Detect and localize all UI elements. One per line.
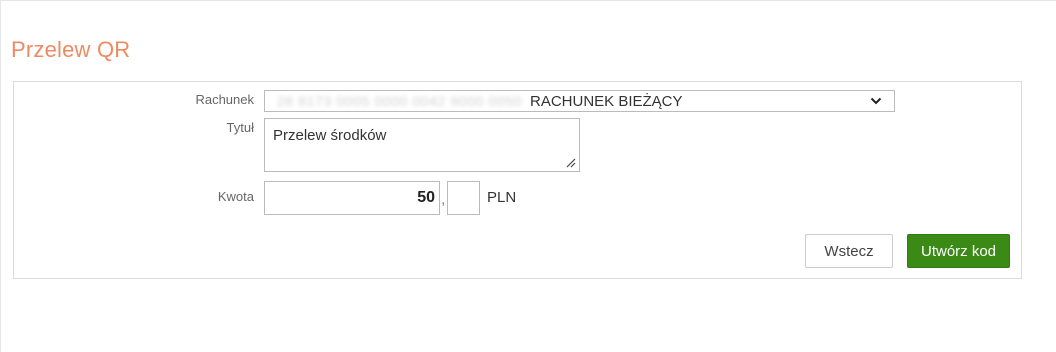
title-textarea[interactable]: Przelew środków xyxy=(264,118,580,172)
qr-transfer-form: Rachunek 26 8173 0005 0000 0042 9000 005… xyxy=(13,81,1022,279)
resize-handle-icon[interactable] xyxy=(566,158,576,168)
amount-cents-input[interactable] xyxy=(447,181,480,215)
amount-label: Kwota xyxy=(217,189,254,204)
account-name: RACHUNEK BIEŻĄCY xyxy=(529,92,683,110)
amount-whole-input[interactable]: 50 xyxy=(264,181,440,215)
page: Przelew QR Rachunek 26 8173 0005 0000 00… xyxy=(0,0,1056,352)
create-code-button[interactable]: Utwórz kod xyxy=(907,234,1010,268)
title-label: Tytuł xyxy=(226,120,254,135)
page-title: Przelew QR xyxy=(11,37,131,62)
account-label: Rachunek xyxy=(195,92,254,107)
chevron-down-icon xyxy=(870,97,882,105)
currency-label: PLN xyxy=(487,189,517,206)
title-value: Przelew środków xyxy=(273,127,387,144)
decimal-separator: , xyxy=(441,191,446,208)
account-select[interactable]: 26 8173 0005 0000 0042 9000 0050 RACHUNE… xyxy=(264,90,895,112)
back-button[interactable]: Wstecz xyxy=(805,234,893,268)
account-number: 26 8173 0005 0000 0042 9000 0050 xyxy=(277,93,522,109)
